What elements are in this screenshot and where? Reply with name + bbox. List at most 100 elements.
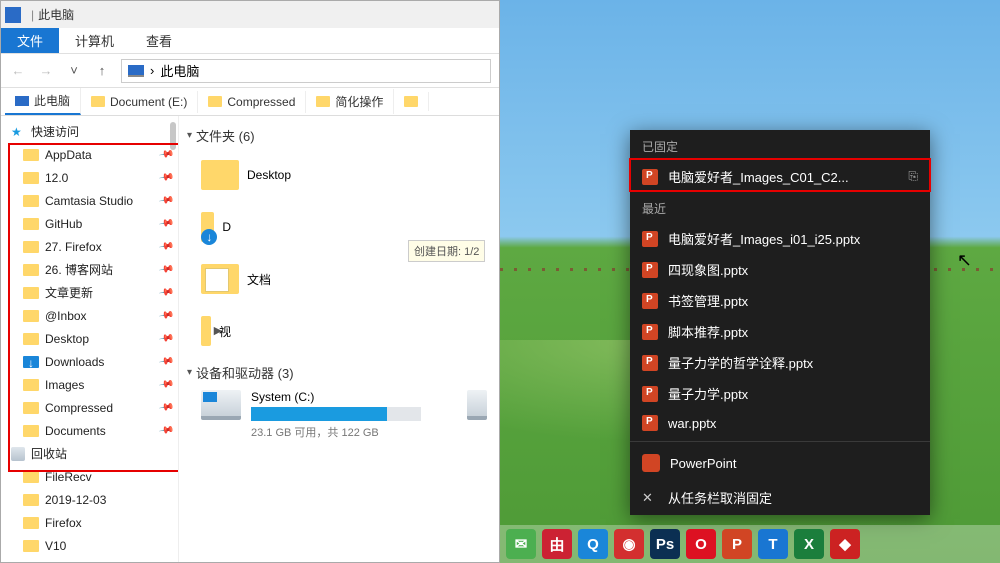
folder-item[interactable]: 视 <box>201 309 231 353</box>
jumplist-app-launch[interactable]: PowerPoint <box>630 446 930 480</box>
folders-section-header[interactable]: ▾文件夹 (6) <box>187 126 491 145</box>
folder-icon <box>23 494 39 506</box>
sidebar-item[interactable]: FileRecv <box>1 465 178 488</box>
sidebar-item[interactable]: @Inbox📌 <box>1 304 178 327</box>
drives-section-header[interactable]: ▾设备和驱动器 (3) <box>187 363 491 382</box>
sidebar-item[interactable]: 26. 博客网站📌 <box>1 258 178 281</box>
jumplist-item-label: 量子力学的哲学诠释.pptx <box>668 353 813 372</box>
section-title: 设备和驱动器 (3) <box>196 363 294 382</box>
sidebar-label: 12.0 <box>45 171 68 185</box>
sidebar-item[interactable]: Firefox <box>1 511 178 534</box>
sidebar-item[interactable]: 文章更新📌 <box>1 281 178 304</box>
jumplist-item[interactable]: 量子力学的哲学诠释.pptx <box>630 347 930 378</box>
unpin-icon[interactable]: ⎘ <box>908 169 918 184</box>
powerpoint-file-icon <box>642 231 658 247</box>
drive-item[interactable] <box>467 390 487 440</box>
taskbar-icon-app[interactable]: 由 <box>542 529 572 559</box>
folder-item[interactable]: D <box>201 205 231 249</box>
documents-folder-icon <box>201 264 239 294</box>
nav-recent-button[interactable]: ˅ <box>65 62 83 80</box>
sidebar-label: Downloads <box>45 355 104 369</box>
nav-back-button[interactable]: ← <box>9 62 27 80</box>
taskbar-icon-photoshop[interactable]: Ps <box>650 529 680 559</box>
desktop[interactable]: 已固定 电脑爱好者_Images_C01_C2...⎘ 最近 电脑爱好者_Ima… <box>500 0 1000 563</box>
content-pane[interactable]: ▾文件夹 (6) Desktop D 文档 视 创建日期: 1/2 ▾设备和驱动… <box>179 116 499 562</box>
navigation-pane[interactable]: 快速访问 AppData📌 12.0📌 Camtasia Studio📌 Git… <box>1 116 179 562</box>
folder-tab[interactable]: Document (E:) <box>81 91 198 113</box>
sidebar-label: @Inbox <box>45 309 87 323</box>
drive-item[interactable]: System (C:) 23.1 GB 可用，共 122 GB <box>201 390 461 440</box>
folder-item[interactable]: Desktop <box>201 153 461 197</box>
pin-icon: 📌 <box>158 192 175 208</box>
folder-tab[interactable] <box>394 92 429 111</box>
folder-icon <box>23 471 39 483</box>
sidebar-label: Desktop <box>45 332 89 346</box>
pin-icon: 📌 <box>158 376 175 392</box>
jumplist-action-label: 从任务栏取消固定 <box>668 488 772 507</box>
address-box[interactable]: › 此电脑 <box>121 59 491 83</box>
ribbon-tab-view[interactable]: 查看 <box>130 28 188 53</box>
breadcrumb-location[interactable]: 此电脑 <box>160 61 199 80</box>
taskbar-icon-app2[interactable]: ◆ <box>830 529 860 559</box>
folder-tab[interactable]: Compressed <box>198 91 306 113</box>
jumplist-item[interactable]: 脚本推荐.pptx <box>630 316 930 347</box>
jumplist-item[interactable]: war.pptx <box>630 409 930 437</box>
sidebar-item[interactable]: ↓Downloads📌 <box>1 350 178 373</box>
sidebar-item[interactable]: Documents📌 <box>1 419 178 442</box>
jumplist-item[interactable]: 四现象图.pptx <box>630 254 930 285</box>
sidebar-item[interactable]: 27. Firefox📌 <box>1 235 178 258</box>
taskbar: ✉ 由 Q ◉ Ps O P T X ◆ <box>500 525 1000 563</box>
taskbar-icon-opera[interactable]: O <box>686 529 716 559</box>
folder-tab[interactable]: 此电脑 <box>5 88 81 115</box>
ribbon-tab-computer[interactable]: 计算机 <box>59 28 130 53</box>
sidebar-item[interactable]: AppData📌 <box>1 143 178 166</box>
sidebar-item[interactable]: Compressed📌 <box>1 396 178 419</box>
taskbar-icon-todo[interactable]: T <box>758 529 788 559</box>
videos-folder-icon <box>201 316 211 346</box>
sidebar-quick-access[interactable]: 快速访问 <box>1 120 178 143</box>
folder-item[interactable]: 文档 <box>201 257 461 301</box>
jumplist-unpin-action[interactable]: 从任务栏取消固定 <box>630 480 930 515</box>
folder-icon <box>23 149 39 161</box>
sidebar-item[interactable]: Images 📌 <box>1 373 178 396</box>
section-title: 文件夹 (6) <box>196 126 255 145</box>
ribbon-tab-file[interactable]: 文件 <box>1 28 59 53</box>
sidebar-item[interactable]: GitHub📌 <box>1 212 178 235</box>
sidebar-label: 26. 博客网站 <box>45 261 113 278</box>
taskbar-icon-music[interactable]: ◉ <box>614 529 644 559</box>
window-title: 此电脑 <box>38 6 74 23</box>
folder-icon <box>23 310 39 322</box>
sidebar-item[interactable]: Camtasia Studio📌 <box>1 189 178 212</box>
sidebar-recycle-bin[interactable]: 回收站 <box>1 442 178 465</box>
folder-icon <box>23 287 39 299</box>
powerpoint-file-icon <box>642 324 658 340</box>
sidebar-label: Images <box>45 378 84 392</box>
jumplist-item-label: 四现象图.pptx <box>668 260 748 279</box>
jumplist-item[interactable]: 量子力学.pptx <box>630 378 930 409</box>
nav-up-button[interactable]: ↑ <box>93 62 111 80</box>
folder-tab[interactable]: 简化操作 <box>306 89 394 114</box>
jumplist-item[interactable]: 电脑爱好者_Images_i01_i25.pptx <box>630 223 930 254</box>
taskbar-icon-browser[interactable]: Q <box>578 529 608 559</box>
pc-icon <box>15 96 29 106</box>
folder-icon <box>23 241 39 253</box>
nav-forward-button[interactable]: → <box>37 62 55 80</box>
folder-tab-label: 此电脑 <box>34 92 70 109</box>
sidebar-item[interactable]: V10 <box>1 534 178 557</box>
jumplist-item[interactable]: 电脑爱好者_Images_C01_C2...⎘ <box>630 161 930 192</box>
taskbar-icon-powerpoint[interactable]: P <box>722 529 752 559</box>
sidebar-item[interactable]: 12.0📌 <box>1 166 178 189</box>
folder-icon <box>23 540 39 552</box>
taskbar-jumplist: 已固定 电脑爱好者_Images_C01_C2...⎘ 最近 电脑爱好者_Ima… <box>630 130 930 515</box>
folder-icon <box>23 264 39 276</box>
drive-icon <box>467 390 487 420</box>
ribbon-tabs: 文件 计算机 查看 <box>1 28 499 54</box>
pin-icon: 📌 <box>158 330 175 346</box>
sidebar-item[interactable]: Desktop 📌 <box>1 327 178 350</box>
taskbar-icon-wechat[interactable]: ✉ <box>506 529 536 559</box>
folder-icon <box>23 218 39 230</box>
sidebar-item[interactable]: 2019-12-03 <box>1 488 178 511</box>
taskbar-icon-excel[interactable]: X <box>794 529 824 559</box>
star-icon <box>11 125 25 139</box>
jumplist-item[interactable]: 书签管理.pptx <box>630 285 930 316</box>
